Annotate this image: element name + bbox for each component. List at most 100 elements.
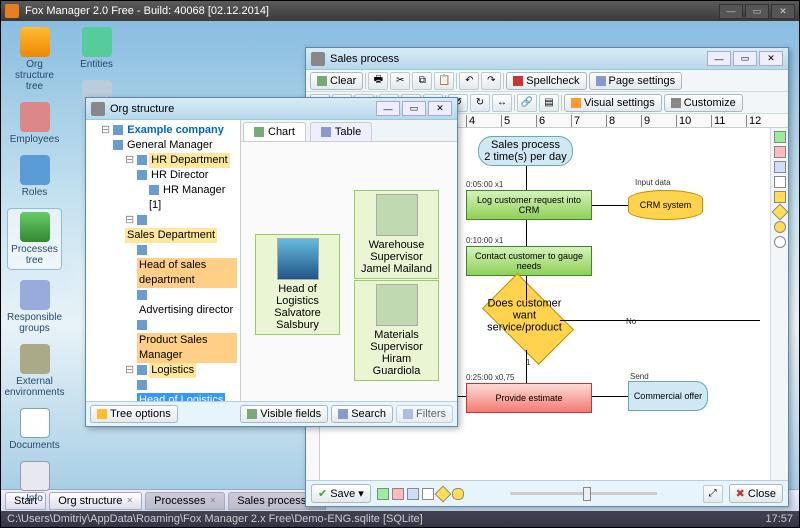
search-icon [338,409,348,419]
paste-button[interactable]: 📋 [434,72,454,90]
tree-node-head-log[interactable]: Head of Logistics [137,393,225,401]
org-card-warehouse[interactable]: Warehouse SupervisorJamel Mailand [354,190,439,279]
fields-icon [247,409,257,419]
clear-button[interactable]: Clear [310,72,363,90]
link-button[interactable]: 🔗 [517,94,537,112]
palette-circle[interactable] [774,236,786,248]
shape-commercial-offer[interactable]: Commercial offer [628,381,708,411]
palette-red[interactable] [774,146,786,158]
palette-blue[interactable] [774,161,786,173]
org-card-head-logistics[interactable]: Head of LogisticsSalvatore Salsbury [255,234,340,335]
org-card-materials[interactable]: Materials SupervisorHiram Guardiola [354,280,439,381]
time-label-3: 0:25:00 x0,75 [466,373,514,382]
tree-node-head-sales[interactable]: Head of sales department [137,258,237,288]
person-icon [113,140,123,150]
toolbar-row-1: Clear 🖶 ✂ ⧉ 📋 ↶ ↷ Spellcheck Page settin… [306,70,788,92]
palette-white[interactable] [774,176,786,188]
sidebar-item-documents[interactable]: Documents [7,408,62,451]
filters-button[interactable]: Filters [396,405,453,423]
sidebar-item-responsible-groups[interactable]: Responsible groups [7,280,62,334]
org-chart-area[interactable]: Head of LogisticsSalvatore Salsbury Ware… [241,142,457,401]
tree-node-hr-dir[interactable]: HR Director [149,168,210,183]
window-titlebar[interactable]: Org structure —▭✕ [86,98,457,120]
app-icon [5,4,19,18]
shape-start[interactable]: Sales process2 time(s) per day [478,136,573,166]
tree-root[interactable]: Example company [125,123,226,138]
tree-node-prod-sm[interactable]: Product Sales Manager [137,333,237,363]
processes-icon [20,212,50,242]
copy-button[interactable]: ⧉ [412,72,432,90]
win-max-button[interactable]: ▭ [402,101,426,116]
tab-table[interactable]: Table [310,122,372,141]
maximize-button[interactable]: ▭ [745,4,769,19]
person-icon [137,245,147,255]
visible-fields-button[interactable]: Visible fields [240,405,328,423]
layers-button[interactable]: ▤ [539,94,559,112]
visual-settings-button[interactable]: Visual settings [564,94,662,112]
taskbar-processes[interactable]: Processes✕ [145,492,225,510]
tree-node-adv-dir[interactable]: Advertising director [137,303,235,318]
taskbar-org[interactable]: Org structure✕ [49,492,142,510]
info-icon [20,461,50,491]
shape-contact-customer[interactable]: Contact customer to gauge needs [466,246,592,276]
window-titlebar[interactable]: Sales process —▭✕ [306,48,788,70]
spellcheck-button[interactable]: Spellcheck [506,72,586,90]
sidebar-item-processes-tree[interactable]: Processes tree [7,208,62,270]
palette-bottom [377,488,464,500]
no-label: No [626,317,636,326]
cut-button[interactable]: ✂ [390,72,410,90]
redo-button[interactable]: ↷ [481,72,501,90]
avatar [376,284,418,326]
win-close-button[interactable]: ✕ [759,51,783,66]
page-settings-button[interactable]: Page settings [589,72,683,90]
win-max-button[interactable]: ▭ [733,51,757,66]
save-button[interactable]: ✔Save▾ [311,484,371,503]
shape-log-request[interactable]: Log customer request into CRM [466,190,592,220]
undo-button[interactable]: ↶ [459,72,479,90]
shape-crm-system[interactable]: CRM system [628,190,703,220]
zoom-fit-button[interactable]: ⤢ [703,485,723,503]
print-button[interactable]: 🖶 [368,72,388,90]
close-button[interactable]: ✕ [771,4,795,19]
tab-chart[interactable]: Chart [243,122,306,141]
external-icon [20,344,50,374]
status-time: 17:57 [765,513,793,525]
sidebar-item-entities[interactable]: Entities [69,27,124,70]
palette-cyl[interactable] [774,191,786,203]
tree-options-button[interactable]: Tree options [90,405,178,423]
status-path: C:\Users\Dmitriy\AppData\Roaming\Fox Man… [7,513,423,525]
groups-icon [20,280,50,310]
palette-diamond[interactable] [771,204,788,221]
close-tab-icon[interactable]: ✕ [126,496,133,505]
palette-rounded[interactable] [774,221,786,233]
customize-button[interactable]: Customize [664,94,743,112]
sidebar-item-roles[interactable]: Roles [7,155,62,198]
win-close-button[interactable]: ✕ [428,101,452,116]
search-button[interactable]: Search [331,405,393,423]
app-title: Fox Manager 2.0 Free - Build: 40068 [02.… [25,5,269,17]
org-tree[interactable]: Example company General Manager HR Depar… [86,120,241,401]
minimize-button[interactable]: — [719,4,743,19]
win-min-button[interactable]: — [376,101,400,116]
company-icon [113,125,123,135]
sidebar-item-info[interactable]: Info [7,461,62,504]
sidebar-item-employees[interactable]: Employees [7,102,62,145]
window-icon [91,102,105,116]
flip-button[interactable]: ↔ [492,94,512,112]
tree-node-hr-mgr[interactable]: HR Manager [161,183,227,198]
close-process-button[interactable]: ✖Close [729,484,783,503]
tree-node-sales-dep[interactable]: Sales Department [125,228,217,243]
tree-node-hr-dep[interactable]: HR Department [149,153,229,168]
sidebar-item-org-tree[interactable]: Org structure tree [7,27,62,92]
win-min-button[interactable]: — [707,51,731,66]
shape-decision[interactable]: Does customer want service/product [482,273,574,365]
tree-node-logistics[interactable]: Logistics [149,363,196,378]
zoom-slider[interactable] [470,492,697,495]
rotate-right-button[interactable]: ↻ [470,94,490,112]
filter-icon [403,409,413,419]
close-tab-icon[interactable]: ✕ [209,496,216,505]
sidebar-item-external-env[interactable]: External environments [7,344,62,398]
shape-provide-estimate[interactable]: Provide estimate [466,383,592,413]
tree-node-gm[interactable]: General Manager [125,138,215,153]
palette-green[interactable] [774,131,786,143]
